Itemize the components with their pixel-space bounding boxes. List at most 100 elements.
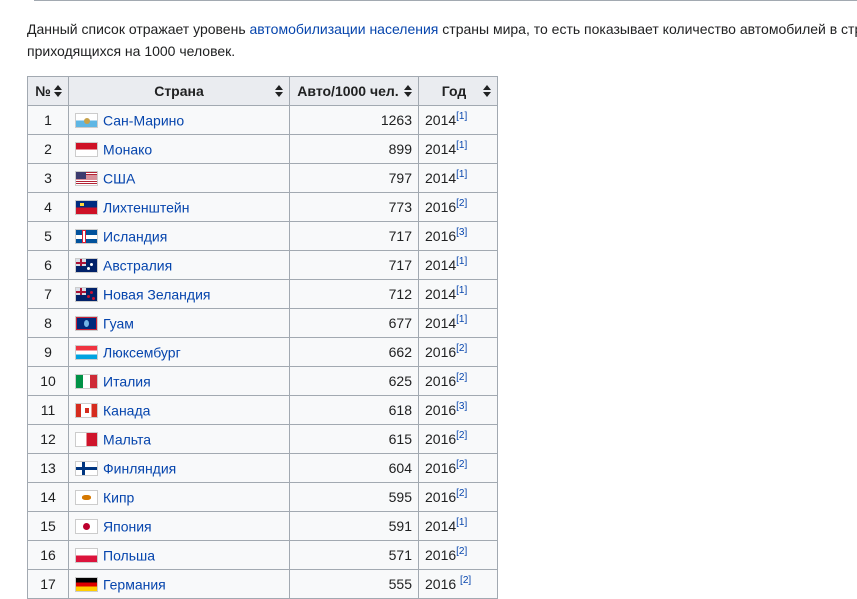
- year-cell: 2016[3]: [418, 395, 498, 425]
- country-link[interactable]: Люксембург: [103, 345, 181, 361]
- reference-link[interactable]: [2]: [456, 488, 467, 499]
- auto-per-1000-cell: 571: [289, 540, 419, 570]
- table-row: 4 Лихтенштейн 773 2016[2]: [27, 192, 498, 222]
- year-value: 2016: [425, 402, 457, 418]
- country-cell: Финляндия: [68, 453, 290, 483]
- reference-link[interactable]: [1]: [456, 140, 467, 151]
- country-link[interactable]: Финляндия: [103, 461, 176, 477]
- country-link[interactable]: Италия: [103, 374, 151, 390]
- auto-per-1000-cell: 595: [289, 482, 419, 512]
- table-row: 14 Кипр 595 2016[2]: [27, 482, 498, 512]
- reference-link[interactable]: [1]: [456, 517, 467, 528]
- flag-icon: [75, 287, 98, 303]
- country-cell: Австралия: [68, 250, 290, 280]
- auto-per-1000-cell: 618: [289, 395, 419, 425]
- year-value: 2016: [425, 547, 457, 563]
- reference-link[interactable]: [2]: [460, 575, 471, 586]
- rank-cell: 12: [27, 424, 69, 454]
- flag-icon: [75, 113, 98, 129]
- auto-per-1000-cell: 555: [289, 569, 419, 599]
- country-cell: Сан-Марино: [68, 105, 290, 135]
- reference-sup: [2]: [456, 343, 467, 354]
- flag-icon: [75, 316, 98, 332]
- year-cell: 2014[1]: [418, 163, 498, 193]
- reference-link[interactable]: [2]: [456, 198, 467, 209]
- reference-sup: [3]: [456, 227, 467, 238]
- reference-link[interactable]: [1]: [456, 111, 467, 122]
- header-year[interactable]: Год: [418, 76, 498, 106]
- country-cell: США: [68, 163, 290, 193]
- auto-per-1000-cell: 677: [289, 308, 419, 338]
- reference-link[interactable]: [2]: [456, 459, 467, 470]
- auto-per-1000-cell: 591: [289, 511, 419, 541]
- intro-text-line2: приходящихся на 1000 человек.: [27, 43, 236, 59]
- year-cell: 2016[2]: [418, 540, 498, 570]
- reference-link[interactable]: [2]: [456, 546, 467, 557]
- reference-link[interactable]: [3]: [456, 401, 467, 412]
- country-link[interactable]: Мальта: [103, 432, 151, 448]
- sort-icon[interactable]: [275, 85, 283, 97]
- reference-link[interactable]: [1]: [456, 256, 467, 267]
- flag-icon: [75, 142, 98, 158]
- reference-link[interactable]: [1]: [456, 285, 467, 296]
- country-cell: Польша: [68, 540, 290, 570]
- year-value: 2014: [425, 286, 457, 302]
- country-link[interactable]: Австралия: [103, 258, 172, 274]
- intro-text-cont: страны мира, то есть показывает количест…: [438, 21, 857, 37]
- country-link[interactable]: Исландия: [103, 229, 167, 245]
- year-value: 2014: [425, 315, 457, 331]
- reference-link[interactable]: [1]: [456, 169, 467, 180]
- country-cell: Новая Зеландия: [68, 279, 290, 309]
- rank-cell: 10: [27, 366, 69, 396]
- sort-icon[interactable]: [54, 85, 62, 97]
- intro-text: Данный список отражает уровень: [27, 21, 250, 37]
- year-cell: 2014[1]: [418, 511, 498, 541]
- country-link[interactable]: Польша: [103, 548, 155, 564]
- table-row: 13 Финляндия 604 2016[2]: [27, 453, 498, 483]
- header-auto-per-1000[interactable]: Авто/1000 чел.: [289, 76, 419, 106]
- flag-icon: [75, 403, 98, 419]
- country-link[interactable]: Германия: [103, 577, 166, 593]
- header-country[interactable]: Страна: [68, 76, 290, 106]
- auto-per-1000-cell: 797: [289, 163, 419, 193]
- reference-sup: [1]: [456, 517, 467, 528]
- country-link[interactable]: Лихтенштейн: [103, 200, 189, 216]
- country-link[interactable]: Япония: [103, 519, 152, 535]
- country-cell: Мальта: [68, 424, 290, 454]
- reference-link[interactable]: [2]: [456, 343, 467, 354]
- year-cell: 2016[2]: [418, 337, 498, 367]
- header-num[interactable]: №: [27, 76, 69, 106]
- reference-link[interactable]: [2]: [456, 430, 467, 441]
- country-link[interactable]: США: [103, 171, 135, 187]
- year-cell: 2016[3]: [418, 221, 498, 251]
- country-cell: Италия: [68, 366, 290, 396]
- country-cell: Канада: [68, 395, 290, 425]
- country-cell: Монако: [68, 134, 290, 164]
- rank-cell: 15: [27, 511, 69, 541]
- reference-link[interactable]: [1]: [456, 314, 467, 325]
- table-row: 11 Канада 618 2016[3]: [27, 395, 498, 425]
- year-value: 2014: [425, 518, 457, 534]
- country-link[interactable]: Сан-Марино: [103, 113, 184, 129]
- motorization-link[interactable]: автомобилизации населения: [250, 21, 439, 37]
- country-link[interactable]: Монако: [103, 142, 152, 158]
- country-cell: Германия: [68, 569, 290, 599]
- rank-cell: 14: [27, 482, 69, 512]
- table-row: 16 Польша 571 2016[2]: [27, 540, 498, 570]
- reference-link[interactable]: [2]: [456, 372, 467, 383]
- flag-icon: [75, 171, 98, 187]
- sort-icon[interactable]: [483, 85, 491, 97]
- rank-cell: 7: [27, 279, 69, 309]
- reference-link[interactable]: [3]: [456, 227, 467, 238]
- country-link[interactable]: Канада: [103, 403, 150, 419]
- sort-icon[interactable]: [404, 85, 412, 97]
- auto-per-1000-cell: 604: [289, 453, 419, 483]
- reference-sup: [1]: [456, 169, 467, 180]
- rank-cell: 4: [27, 192, 69, 222]
- rank-cell: 8: [27, 308, 69, 338]
- year-value: 2016: [425, 344, 457, 360]
- country-link[interactable]: Гуам: [103, 316, 134, 332]
- auto-per-1000-cell: 773: [289, 192, 419, 222]
- country-link[interactable]: Кипр: [103, 490, 134, 506]
- country-link[interactable]: Новая Зеландия: [103, 287, 210, 303]
